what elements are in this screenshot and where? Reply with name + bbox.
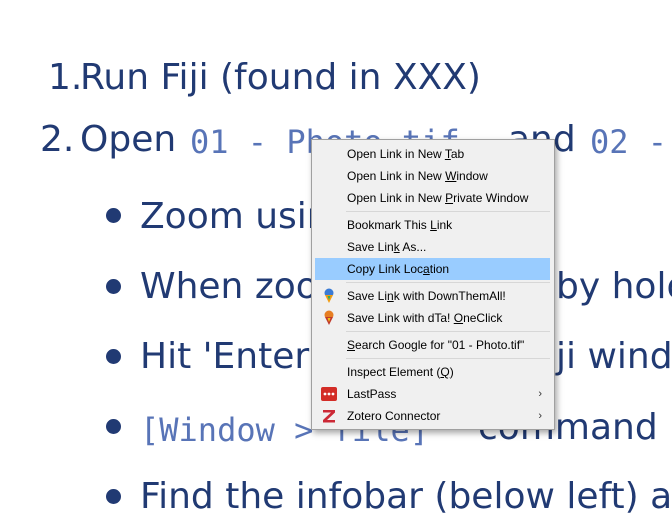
menu-item-label: neClick — [463, 311, 503, 325]
menu-separator — [346, 331, 550, 332]
bullet-dot — [106, 208, 121, 223]
code-second-file[interactable]: 02 - — [590, 122, 667, 162]
menu-item-accesskey: n — [387, 289, 394, 303]
menu-item-label: rivate Window — [453, 191, 529, 205]
menu-separator — [346, 358, 550, 359]
menu-item-label: Open Link in New — [347, 191, 446, 205]
menu-separator — [346, 211, 550, 212]
bullet-dot — [106, 349, 121, 364]
menu-separator — [346, 282, 550, 283]
menu-item-save-dta-oneclick[interactable]: Save Link with dTa! OneClick — [315, 307, 550, 329]
menu-item-accesskey: P — [445, 191, 454, 205]
menu-item-accesskey: S — [347, 338, 356, 352]
submenu-arrow-icon: › — [538, 388, 542, 400]
bullet-find-infobar: Find the infobar (below left) a — [140, 476, 672, 517]
menu-item-open-new-tab[interactable]: Open Link in New Tab — [315, 143, 550, 165]
menu-item-label: earch Google for "01 - Photo.tif" — [355, 338, 525, 352]
bullet-dot — [106, 279, 121, 294]
step-1-text: Run Fiji (found in XXX) — [80, 57, 481, 98]
menu-item-accesskey: W — [445, 169, 457, 183]
bullet-dot — [106, 489, 121, 504]
menu-item-label: k with DownThemAll! — [393, 289, 506, 303]
menu-item-label: Bookmark This — [347, 218, 431, 232]
menu-item-lastpass[interactable]: LastPass › — [315, 383, 550, 405]
lastpass-icon — [321, 386, 337, 402]
zotero-icon — [321, 408, 337, 424]
bullet-zoom: Zoom usin — [140, 196, 330, 237]
dta-oneclick-icon — [321, 310, 337, 326]
submenu-arrow-icon: › — [538, 410, 542, 422]
menu-item-accesskey: a — [423, 262, 430, 276]
bullet-dot — [106, 419, 121, 434]
menu-item-label: ink — [436, 218, 453, 232]
step-2-open: Open — [80, 119, 177, 160]
menu-item-bookmark-link[interactable]: Bookmark This Link — [315, 214, 550, 236]
menu-item-zotero-connector[interactable]: Zotero Connector › — [315, 405, 550, 427]
menu-item-save-link-as[interactable]: Save Link As... — [315, 236, 550, 258]
menu-item-label: indow — [456, 169, 488, 183]
list-number-2: 2. — [40, 119, 75, 160]
menu-item-label: tion — [429, 262, 450, 276]
menu-item-label: Save Link with dTa! — [347, 311, 454, 325]
downthemall-icon — [321, 288, 337, 304]
menu-item-label: Zotero Connector — [347, 409, 441, 423]
menu-item-accesskey: Q — [440, 365, 450, 379]
menu-item-label: Save Li — [347, 289, 388, 303]
menu-item-save-downthemall[interactable]: Save Link with DownThemAll! — [315, 285, 550, 307]
menu-item-label: ab — [450, 147, 465, 161]
menu-item-inspect-element[interactable]: Inspect Element (Q) — [315, 361, 550, 383]
menu-item-accesskey: O — [453, 311, 464, 325]
menu-item-open-new-window[interactable]: Open Link in New Window — [315, 165, 550, 187]
menu-item-label: Save Lin — [347, 240, 394, 254]
menu-item-copy-link-location[interactable]: Copy Link Location — [315, 258, 550, 280]
menu-item-label: Inspect Element ( — [347, 365, 441, 379]
menu-item-open-private-window[interactable]: Open Link in New Private Window — [315, 187, 550, 209]
list-number-1: 1. — [48, 57, 83, 98]
menu-item-label: Copy Link Loc — [347, 262, 424, 276]
bullet-when-zoom-tail: by holo — [556, 266, 672, 307]
menu-item-label: ) — [449, 365, 454, 379]
bullet-hit-enter-tail: ji wind — [556, 336, 672, 377]
menu-item-label: LastPass — [347, 387, 397, 401]
bullet-hit-enter: Hit 'Enter' — [140, 336, 320, 377]
bullet-when-zoom: When zoo — [140, 266, 318, 307]
context-menu: Open Link in New Tab Open Link in New Wi… — [311, 139, 555, 430]
menu-item-label: Open Link in New — [347, 147, 445, 161]
menu-item-search-google[interactable]: Search Google for "01 - Photo.tif" — [315, 334, 550, 356]
menu-item-label: Open Link in New — [347, 169, 446, 183]
menu-item-accesskey: L — [430, 218, 437, 232]
menu-item-label: As... — [399, 240, 427, 254]
